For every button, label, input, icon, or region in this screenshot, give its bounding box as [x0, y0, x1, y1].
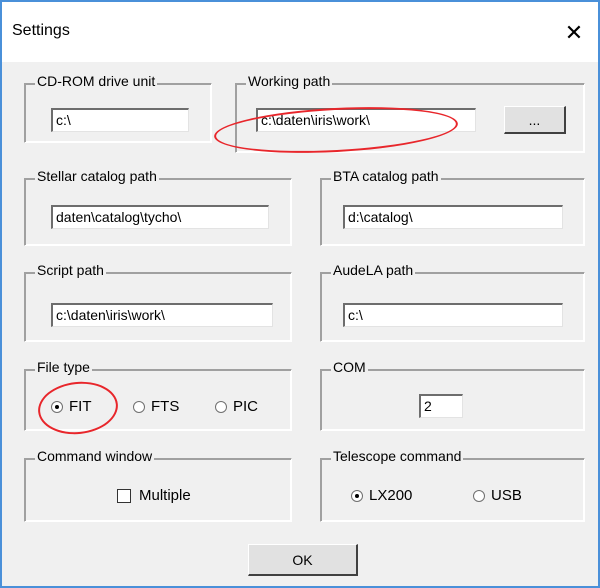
- radio-pic-label: PIC: [233, 398, 259, 415]
- script-path-input[interactable]: c:\daten\iris\work\: [51, 303, 273, 327]
- settings-dialog: Settings ✕ CD-ROM drive unit c:\ Working…: [0, 0, 600, 588]
- radio-fts-label: FTS: [151, 398, 180, 415]
- browse-button[interactable]: ...: [504, 106, 566, 134]
- radio-pic-indicator[interactable]: [215, 400, 227, 413]
- group-bta-catalog: BTA catalog path d:\catalog\: [320, 168, 585, 246]
- group-command-window: Command window Multiple: [24, 448, 292, 522]
- group-working-path-label: Working path: [246, 73, 333, 89]
- group-script-path: Script path c:\daten\iris\work\: [24, 262, 292, 342]
- title-bar: Settings ✕: [2, 2, 598, 62]
- group-telescope-command: Telescope command LX200 USB: [320, 448, 585, 522]
- group-com-label: COM: [331, 359, 368, 375]
- radio-fts[interactable]: FTS: [133, 398, 179, 415]
- radio-lx200-indicator[interactable]: [351, 489, 363, 502]
- group-audela-path-label: AudeLA path: [331, 262, 416, 278]
- audela-path-input[interactable]: c:\: [343, 303, 563, 327]
- radio-usb-label: USB: [491, 487, 522, 504]
- radio-fit-label: FIT: [69, 398, 92, 415]
- window-title: Settings: [12, 22, 70, 39]
- radio-fts-indicator[interactable]: [133, 400, 145, 413]
- group-working-path: Working path c:\daten\iris\work\ ...: [235, 73, 585, 153]
- multiple-checkbox[interactable]: [117, 488, 131, 503]
- stellar-catalog-input[interactable]: daten\catalog\tycho\: [51, 205, 269, 229]
- working-path-input[interactable]: c:\daten\iris\work\: [256, 108, 476, 132]
- bta-catalog-input[interactable]: d:\catalog\: [343, 205, 563, 229]
- group-cdrom: CD-ROM drive unit c:\: [24, 73, 212, 143]
- radio-pic[interactable]: PIC: [215, 398, 258, 415]
- group-command-window-label: Command window: [35, 448, 155, 464]
- radio-usb-indicator[interactable]: [473, 489, 485, 502]
- group-script-path-label: Script path: [35, 262, 106, 278]
- cdrom-input[interactable]: c:\: [51, 108, 189, 132]
- close-icon[interactable]: ✕: [554, 16, 594, 50]
- multiple-checkbox-label: Multiple: [139, 487, 191, 504]
- radio-lx200-label: LX200: [369, 487, 413, 504]
- group-bta-catalog-label: BTA catalog path: [331, 168, 441, 184]
- radio-fit[interactable]: FIT: [51, 398, 92, 415]
- dialog-body: CD-ROM drive unit c:\ Working path c:\da…: [2, 62, 598, 586]
- group-file-type: File type FIT FTS PIC: [24, 359, 292, 431]
- radio-fit-indicator[interactable]: [51, 400, 63, 413]
- ok-button[interactable]: OK: [248, 544, 358, 576]
- group-audela-path: AudeLA path c:\: [320, 262, 585, 342]
- group-cdrom-label: CD-ROM drive unit: [35, 73, 158, 89]
- group-stellar-catalog-label: Stellar catalog path: [35, 168, 159, 184]
- group-stellar-catalog: Stellar catalog path daten\catalog\tycho…: [24, 168, 292, 246]
- group-file-type-label: File type: [35, 359, 92, 375]
- com-port-input[interactable]: 2: [419, 394, 463, 418]
- group-telescope-command-label: Telescope command: [331, 448, 464, 464]
- group-com: COM 2: [320, 359, 585, 431]
- radio-usb[interactable]: USB: [473, 487, 522, 504]
- multiple-checkbox-row[interactable]: Multiple: [117, 487, 191, 504]
- radio-lx200[interactable]: LX200: [351, 487, 412, 504]
